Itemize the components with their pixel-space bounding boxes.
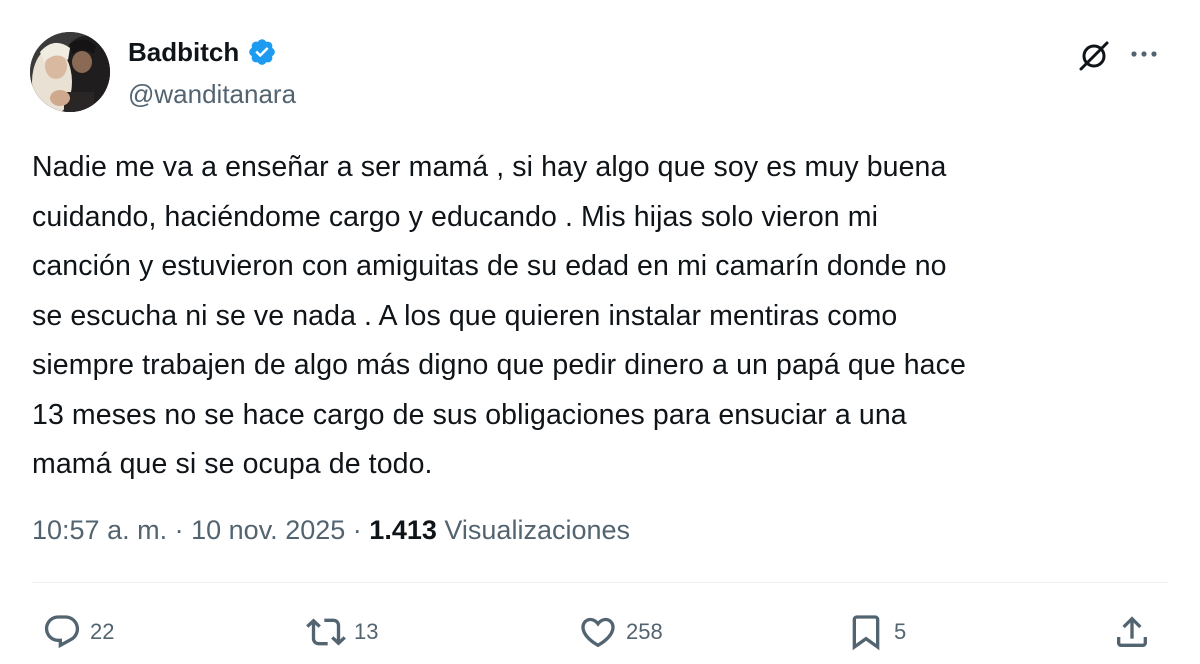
author-name-row: Badbitch bbox=[128, 36, 277, 68]
meta-separator: · bbox=[174, 515, 184, 545]
author-handle[interactable]: @wanditanara bbox=[128, 78, 296, 110]
heart-icon bbox=[581, 617, 615, 648]
bookmark-count: 5 bbox=[894, 619, 907, 644]
views-label: Visualizaciones bbox=[444, 515, 631, 545]
tweet-card: Badbitch @wanditanara Nadie me va a ense… bbox=[0, 0, 1200, 664]
like-count: 258 bbox=[626, 619, 663, 644]
more-options-icon[interactable] bbox=[1126, 40, 1162, 68]
reply-button[interactable]: 22 bbox=[42, 610, 114, 654]
bookmark-icon bbox=[852, 615, 880, 651]
retweet-icon bbox=[306, 618, 346, 646]
tweet-text: Nadie me va a enseñar a ser mamá , si ha… bbox=[32, 151, 966, 480]
share-icon bbox=[1117, 616, 1147, 647]
reply-count: 22 bbox=[90, 619, 115, 644]
avatar-image bbox=[30, 32, 110, 112]
grok-icon[interactable] bbox=[1076, 38, 1112, 74]
tweet-meta: 10:57 a. m. · 10 nov. 2025 · 1.413 Visua… bbox=[32, 510, 630, 550]
bookmark-button[interactable]: 5 bbox=[846, 610, 906, 654]
retweet-count: 13 bbox=[354, 619, 379, 644]
reply-icon bbox=[44, 615, 80, 649]
like-button[interactable]: 258 bbox=[578, 610, 663, 654]
divider bbox=[32, 582, 1168, 583]
tweet-date[interactable]: 10 nov. 2025 bbox=[191, 515, 345, 545]
share-button[interactable] bbox=[1112, 610, 1152, 654]
meta-separator: · bbox=[352, 515, 362, 545]
retweet-button[interactable]: 13 bbox=[306, 610, 378, 654]
author-name[interactable]: Badbitch bbox=[128, 36, 239, 68]
verified-badge-icon[interactable] bbox=[247, 37, 277, 67]
avatar[interactable] bbox=[30, 32, 110, 112]
tweet-time[interactable]: 10:57 a. m. bbox=[32, 515, 167, 545]
views-count: 1.413 bbox=[369, 515, 437, 545]
